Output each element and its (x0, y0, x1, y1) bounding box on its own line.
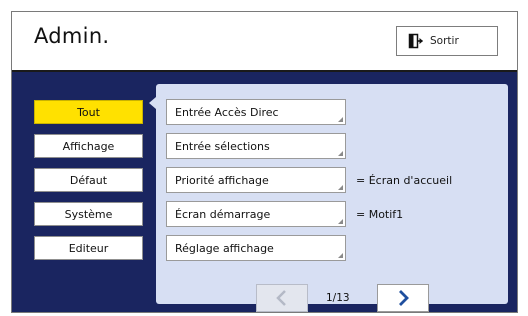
sidebar-item-systeme[interactable]: Système (34, 202, 143, 226)
exit-button[interactable]: Sortir (396, 26, 498, 56)
previous-page-button[interactable] (256, 284, 308, 312)
entree-selections-button[interactable]: Entrée sélections (166, 133, 346, 159)
page-indicator: 1/13 (326, 292, 350, 304)
active-tab-pointer (149, 97, 156, 109)
admin-window: Admin. Sortir Tout Affichage Défaut Syst… (11, 11, 518, 313)
entree-acces-direct-button[interactable]: Entrée Accès Direc (166, 99, 346, 125)
ecran-demarrage-label: Écran démarrage (175, 207, 271, 221)
exit-door-icon (408, 33, 423, 49)
entree-acces-direct-label: Entrée Accès Direc (175, 105, 279, 119)
main-area: Tout Affichage Défaut Système Editeur En… (12, 72, 517, 312)
chevron-right-icon (399, 290, 409, 306)
chevron-left-icon (276, 290, 286, 306)
settings-panel: Entrée Accès Direc Entrée sélections Pri… (156, 84, 508, 312)
priorite-affichage-label: Priorité affichage (175, 173, 269, 187)
ecran-demarrage-value: = Motif1 (356, 208, 404, 221)
priorite-affichage-button[interactable]: Priorité affichage (166, 167, 346, 193)
sidebar-item-defaut[interactable]: Défaut (34, 168, 143, 192)
entree-selections-label: Entrée sélections (175, 139, 270, 153)
reglage-affichage-button[interactable]: Réglage affichage (166, 235, 346, 261)
sidebar-item-affichage[interactable]: Affichage (34, 134, 143, 158)
next-page-button[interactable] (377, 284, 429, 312)
sidebar-item-tout[interactable]: Tout (34, 100, 143, 124)
reglage-affichage-label: Réglage affichage (175, 241, 274, 255)
page-title: Admin. (34, 24, 110, 48)
ecran-demarrage-button[interactable]: Écran démarrage (166, 201, 346, 227)
exit-button-label: Sortir (430, 35, 459, 47)
priorite-affichage-value: = Écran d'accueil (356, 174, 453, 187)
header: Admin. Sortir (12, 12, 517, 72)
sidebar-item-editeur[interactable]: Editeur (34, 236, 143, 260)
